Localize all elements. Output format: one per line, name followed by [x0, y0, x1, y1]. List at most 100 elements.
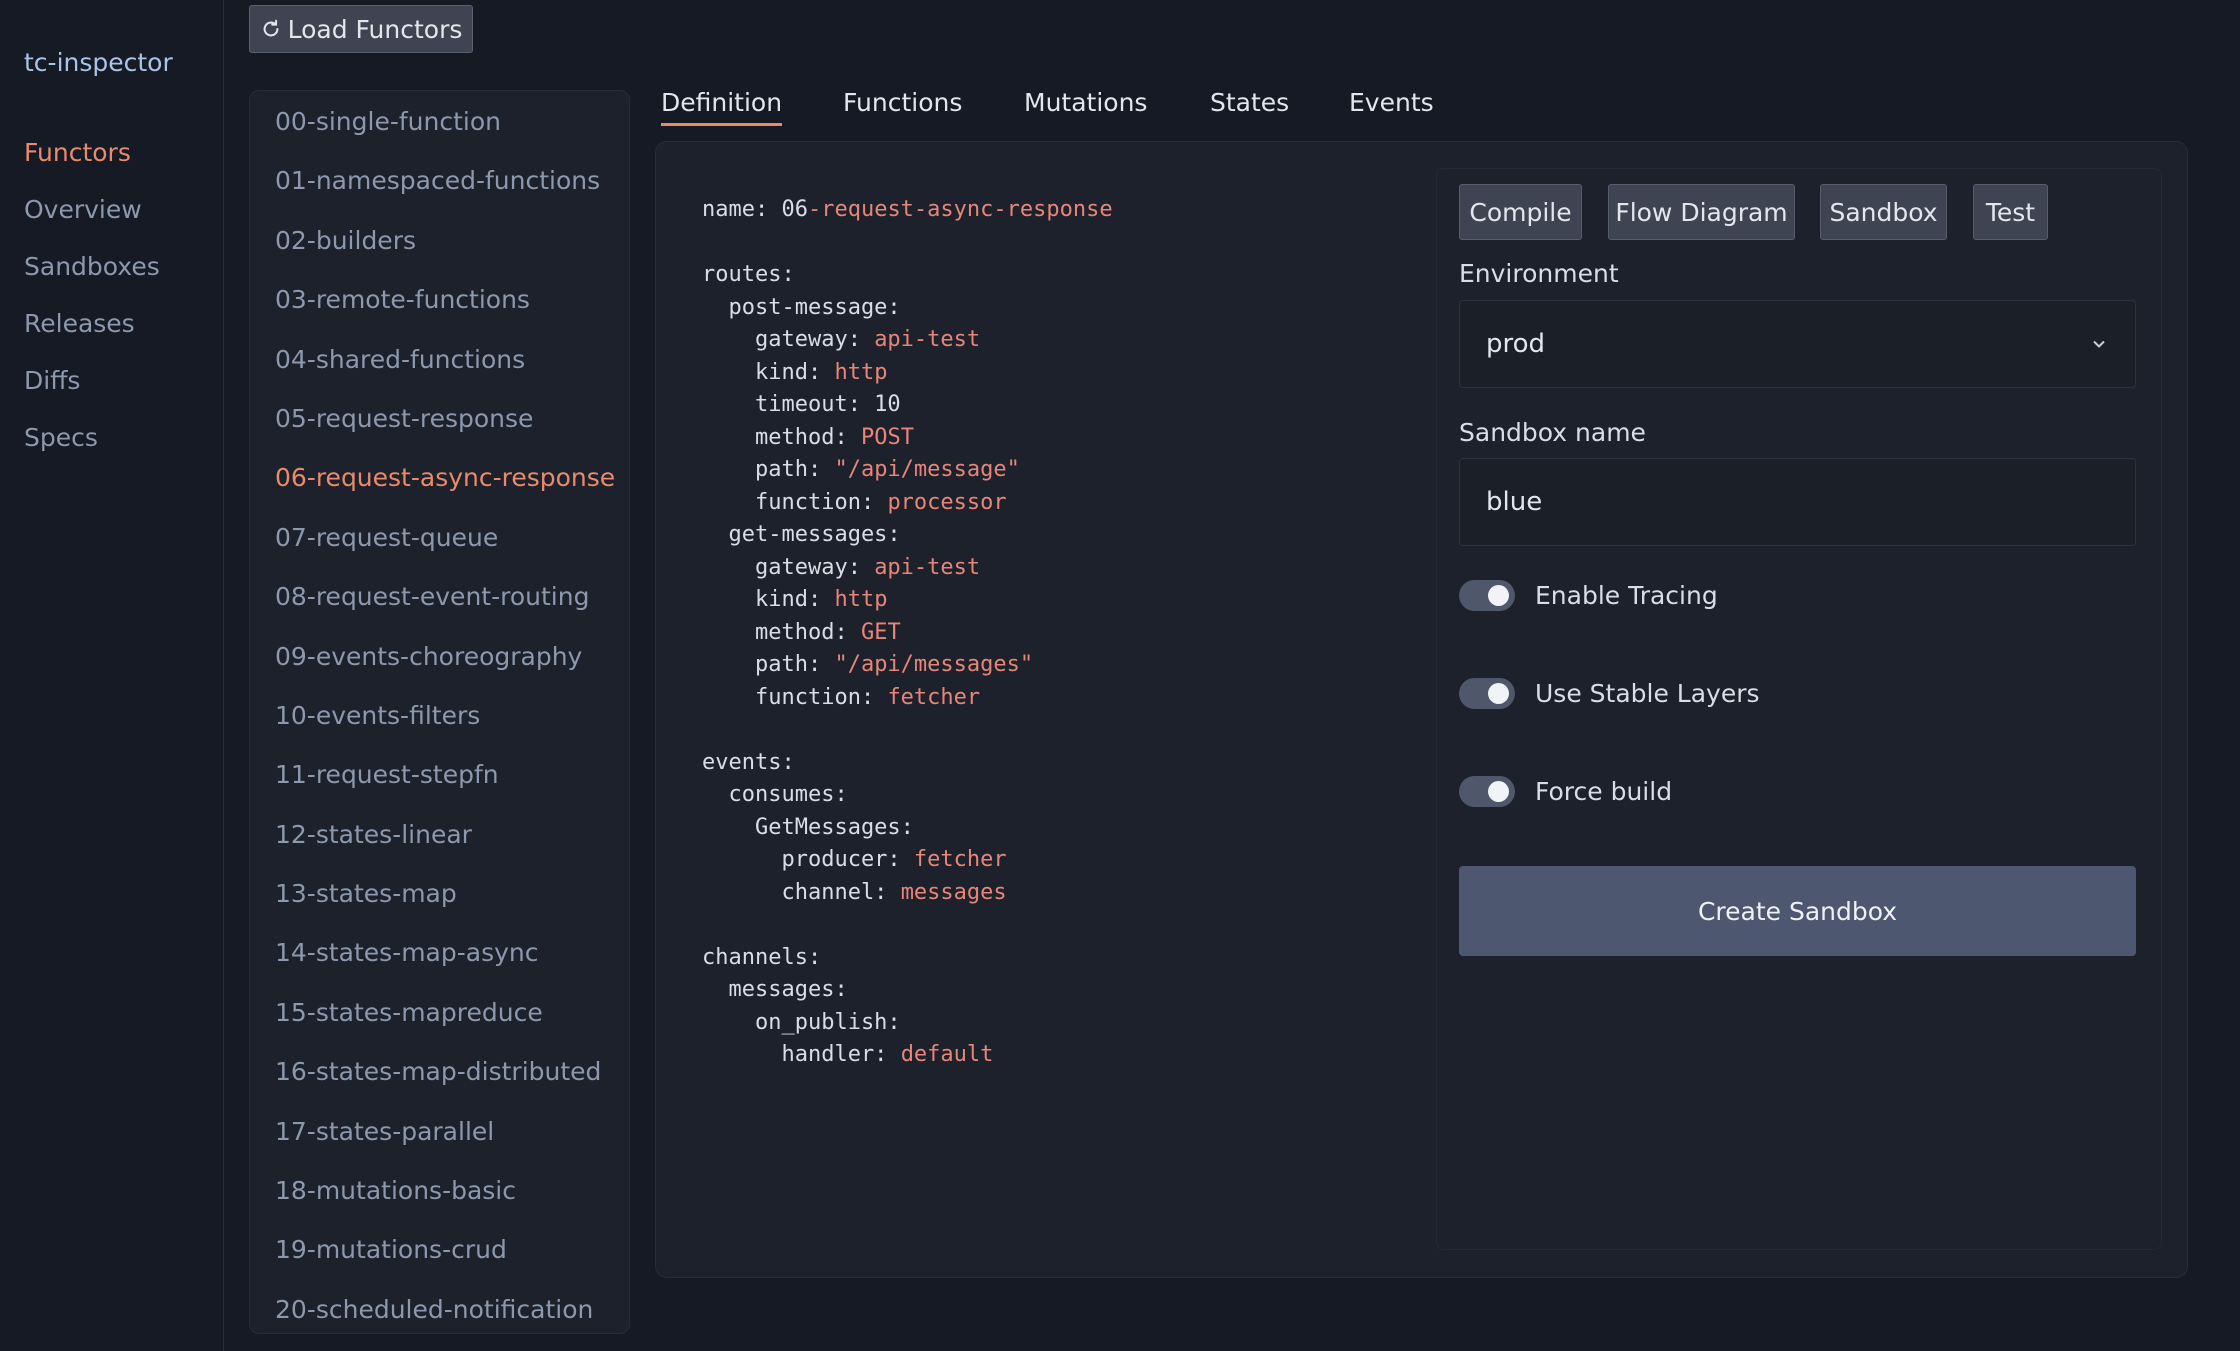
environment-value: prod [1486, 329, 1546, 359]
code-key: consumes: [702, 782, 848, 807]
app-brand[interactable]: tc-inspector [24, 48, 173, 77]
code-line: messages: [702, 974, 1113, 1007]
tab-events[interactable]: Events [1349, 88, 1434, 123]
code-value: http [834, 359, 888, 385]
enable-tracing-toggle[interactable] [1459, 579, 1515, 611]
refresh-icon [263, 19, 279, 37]
functor-item[interactable]: 15-states-mapreduce [275, 994, 615, 1053]
functor-item[interactable]: 05-request-response [275, 400, 615, 459]
functor-list: 00-single-function 01-namespaced-function… [249, 90, 630, 1334]
functor-item[interactable]: 14-states-map-async [275, 934, 615, 993]
functor-item[interactable]: 11-request-stepfn [275, 756, 615, 815]
code-key: events: [702, 749, 795, 775]
enable-tracing-row: Enable Tracing [1459, 575, 1718, 615]
code-value: default [900, 1042, 994, 1067]
functor-item[interactable]: 16-states-map-distributed [275, 1053, 615, 1112]
use-stable-layers-toggle[interactable] [1459, 677, 1515, 709]
flow-diagram-button[interactable]: Flow Diagram [1608, 184, 1795, 240]
functor-item[interactable]: 04-shared-functions [275, 341, 615, 400]
code-line: GetMessages: [702, 812, 1113, 845]
code-value: fetcher [913, 847, 1007, 872]
functor-item[interactable]: 01-namespaced-functions [275, 162, 615, 221]
tab-mutations[interactable]: Mutations [1024, 88, 1147, 123]
functor-item[interactable]: 03-remote-functions [275, 281, 615, 340]
code-key: path: [702, 652, 835, 677]
code-line: post-message: [702, 292, 1113, 325]
tab-functions[interactable]: Functions [843, 88, 962, 123]
code-line: channel: messages [702, 877, 1113, 910]
definition-code: name: 06-request-async-response routes: p… [702, 194, 1113, 1072]
code-value: POST [860, 424, 914, 450]
sidebar-item-diffs[interactable]: Diffs [24, 364, 160, 421]
functor-item[interactable]: 13-states-map [275, 875, 615, 934]
load-functors-label: Load Functors [287, 14, 463, 44]
sidebar-item-overview[interactable]: Overview [24, 193, 160, 250]
code-key: routes: [702, 262, 795, 287]
code-key: get-messages: [702, 522, 901, 547]
sandbox-button[interactable]: Sandbox [1820, 184, 1947, 240]
code-line: handler: default [702, 1039, 1113, 1072]
code-key: kind: [702, 359, 835, 385]
code-key: channels: [702, 944, 822, 970]
functor-item[interactable]: 00-single-function [275, 103, 615, 162]
code-value: -request-async-response [807, 197, 1113, 222]
tab-definition[interactable]: Definition [661, 88, 783, 126]
functor-item[interactable]: 08-request-event-routing [275, 578, 615, 637]
sidebar-item-functors[interactable]: Functors [24, 136, 160, 193]
code-line: kind: http [702, 584, 1113, 617]
functor-item[interactable]: 06-request-async-response [275, 459, 615, 518]
code-key: channel: [702, 879, 901, 905]
functor-item[interactable]: 18-mutations-basic [275, 1172, 615, 1231]
code-key: gateway: [702, 327, 875, 352]
code-key: kind: [702, 587, 835, 612]
functor-item[interactable]: 17-states-parallel [275, 1113, 615, 1172]
force-build-label: Force build [1535, 776, 1673, 806]
sandbox-name-input[interactable] [1459, 458, 2136, 546]
load-functors-button[interactable]: Load Functors [249, 5, 473, 53]
functor-item[interactable]: 12-states-linear [275, 816, 615, 875]
code-line: path: "/api/message" [702, 454, 1113, 487]
code-line: routes: [702, 259, 1113, 292]
code-key: post-message: [702, 294, 901, 320]
code-value: processor [887, 489, 1007, 515]
functor-item[interactable]: 07-request-queue [275, 519, 615, 578]
code-value: messages [900, 879, 1007, 905]
force-build-toggle[interactable] [1459, 775, 1515, 807]
functor-item[interactable]: 10-events-filters [275, 697, 615, 756]
code-key: name: 06 [702, 197, 808, 222]
sidebar-item-sandboxes[interactable]: Sandboxes [24, 250, 160, 307]
code-line: name: 06-request-async-response [702, 194, 1113, 227]
code-line: on_publish: [702, 1007, 1113, 1040]
code-key: method: [702, 424, 861, 450]
sidebar-nav: Functors Overview Sandboxes Releases Dif… [24, 136, 160, 478]
sandbox-name-label: Sandbox name [1459, 418, 1646, 447]
chevron-down-icon [2093, 340, 2105, 348]
test-button[interactable]: Test [1973, 184, 2048, 240]
sidebar-item-releases[interactable]: Releases [24, 307, 160, 364]
create-sandbox-button[interactable]: Create Sandbox [1459, 866, 2136, 956]
functor-item[interactable]: 02-builders [275, 222, 615, 281]
code-key: timeout: 10 [702, 392, 901, 417]
enable-tracing-label: Enable Tracing [1535, 580, 1718, 610]
code-line: get-messages: [702, 519, 1113, 552]
functor-item[interactable]: 09-events-choreography [275, 638, 615, 697]
code-value: GET [860, 619, 901, 645]
code-line: producer: fetcher [702, 844, 1113, 877]
tab-states[interactable]: States [1210, 88, 1289, 123]
environment-select[interactable]: prod [1459, 300, 2136, 388]
code-line: gateway: api-test [702, 324, 1113, 357]
use-stable-layers-label: Use Stable Layers [1535, 678, 1760, 708]
code-line: gateway: api-test [702, 552, 1113, 585]
code-key: gateway: [702, 554, 875, 580]
compile-button[interactable]: Compile [1459, 184, 1582, 240]
code-key: method: [702, 619, 861, 645]
functor-item[interactable]: 20-scheduled-notification [275, 1291, 615, 1333]
code-line: path: "/api/messages" [702, 649, 1113, 682]
code-value: api-test [874, 554, 981, 580]
functor-item[interactable]: 19-mutations-crud [275, 1231, 615, 1290]
code-value: http [834, 587, 888, 612]
code-line: method: POST [702, 422, 1113, 455]
sidebar-item-specs[interactable]: Specs [24, 421, 160, 478]
